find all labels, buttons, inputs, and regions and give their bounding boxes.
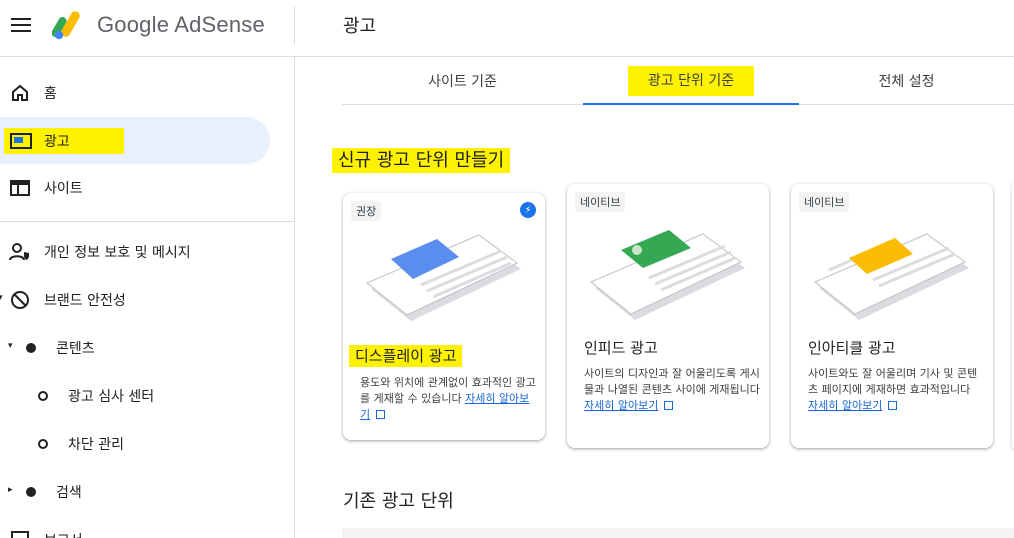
sidebar-item-blocking[interactable]: 차단 관리 xyxy=(0,420,270,467)
tab-by-site[interactable]: 사이트 기준 xyxy=(342,57,583,105)
chevron-right-icon[interactable]: ▸ xyxy=(8,485,13,495)
ad-card-display[interactable]: 권장 ⚡ 디스플레이 광고 용도와 위치에 관계없이 효과적인 광고를 게재할 … xyxy=(343,193,545,440)
sidebar-item-home[interactable]: 홈 xyxy=(0,69,270,116)
sidebar-item-label: 광고 심사 센터 xyxy=(68,388,155,405)
page-title: 광고 xyxy=(343,16,377,37)
card-description: 사이트의 디자인과 잘 어울리도록 게시물과 나열된 콘텐츠 사이에 게재됩니다… xyxy=(584,367,760,412)
card-description: 용도와 위치에 관계없이 효과적인 광고를 게재할 수 있습니다 자세히 알아보… xyxy=(360,376,536,421)
chevron-down-icon[interactable]: ▾ xyxy=(8,341,13,351)
bolt-icon: ⚡ xyxy=(520,202,536,218)
ring-icon xyxy=(38,439,48,449)
section-title-new: 신규 광고 단위 만들기 xyxy=(332,146,511,173)
tab-bar: 사이트 기준 광고 단위 기준 전체 설정 xyxy=(342,57,1014,105)
status-badge: 네이티브 xyxy=(575,192,626,212)
app-brand-name: Google AdSense xyxy=(97,12,265,37)
sites-icon xyxy=(9,177,31,199)
card-title: 인피드 광고 xyxy=(584,339,658,357)
sidebar-item-reports[interactable]: 보고서 xyxy=(0,516,270,538)
card-description: 사이트와도 잘 어울리며 기사 및 콘텐츠 페이지에 게재하면 효과적입니다 자… xyxy=(808,367,978,412)
ad-card-inarticle[interactable]: 네이티브 인아티클 광고 사이트와도 잘 어울리며 기사 및 콘텐츠 페이지에 … xyxy=(791,184,993,448)
chevron-down-icon[interactable]: ▾ xyxy=(0,293,3,303)
sidebar: 홈 광고 사이트 개인 정보 보호 및 메시지 ▾ 브랜드 안전성 ▾ 콘텐츠 xyxy=(0,57,295,538)
sidebar-item-content[interactable]: ▾ 콘텐츠 xyxy=(0,324,270,371)
menu-icon[interactable] xyxy=(11,16,31,34)
sidebar-item-ad-review[interactable]: 광고 심사 센터 xyxy=(0,372,270,419)
infeed-ad-illustration xyxy=(590,230,745,320)
external-link-icon xyxy=(376,410,386,419)
sidebar-item-label: 사이트 xyxy=(44,180,83,197)
tab-label: 광고 단위 기준 xyxy=(627,66,755,96)
sidebar-item-label: 광고 xyxy=(44,133,70,150)
divider xyxy=(0,221,294,222)
dot-icon xyxy=(26,343,36,353)
home-icon xyxy=(9,82,31,104)
learn-more-link[interactable]: 자세히 알아보기 xyxy=(808,399,882,412)
adsense-logo-icon xyxy=(52,11,80,40)
learn-more-link[interactable]: 자세히 알아보기 xyxy=(584,399,658,412)
card-title: 디스플레이 광고 xyxy=(349,345,463,367)
ring-icon xyxy=(38,391,48,401)
external-link-icon xyxy=(664,401,674,410)
tab-by-ad-unit[interactable]: 광고 단위 기준 xyxy=(583,57,799,105)
card-title: 인아티클 광고 xyxy=(808,339,896,357)
sidebar-item-brand-safety[interactable]: ▾ 브랜드 안전성 xyxy=(0,276,270,323)
sidebar-item-label: 브랜드 안전성 xyxy=(44,292,126,309)
ad-card-infeed[interactable]: 네이티브 인피드 광고 사이트의 디자인과 잘 어울리도록 게시물과 나열된 콘… xyxy=(567,184,769,448)
sidebar-item-privacy[interactable]: 개인 정보 보호 및 메시지 xyxy=(0,228,270,275)
sidebar-item-sites[interactable]: 사이트 xyxy=(0,164,270,211)
block-icon xyxy=(9,289,31,311)
tab-active-indicator xyxy=(583,103,799,105)
inarticle-ad-illustration xyxy=(814,233,969,320)
sidebar-item-search[interactable]: ▸ 검색 xyxy=(0,468,270,515)
sidebar-item-label: 차단 관리 xyxy=(68,436,124,453)
status-badge: 권장 xyxy=(351,201,382,221)
divider xyxy=(294,6,295,44)
existing-units-table xyxy=(342,528,1014,538)
top-app-bar: Google AdSense 광고 xyxy=(0,0,1014,57)
external-link-icon xyxy=(888,401,898,410)
sidebar-item-label: 보고서 xyxy=(44,530,83,538)
sidebar-item-label: 개인 정보 보호 및 메시지 xyxy=(44,244,191,261)
sidebar-item-label: 홈 xyxy=(44,85,57,102)
privacy-icon xyxy=(9,241,31,263)
dot-icon xyxy=(26,487,36,497)
tab-global-settings[interactable]: 전체 설정 xyxy=(799,57,1014,105)
sidebar-item-ads[interactable]: 광고 xyxy=(0,117,270,164)
sidebar-item-label: 콘텐츠 xyxy=(56,340,95,357)
report-icon xyxy=(9,529,31,538)
section-title-existing: 기존 광고 단위 xyxy=(343,491,454,512)
status-badge: 네이티브 xyxy=(799,192,850,212)
display-ad-illustration xyxy=(366,234,521,321)
sidebar-item-label: 검색 xyxy=(56,484,82,501)
